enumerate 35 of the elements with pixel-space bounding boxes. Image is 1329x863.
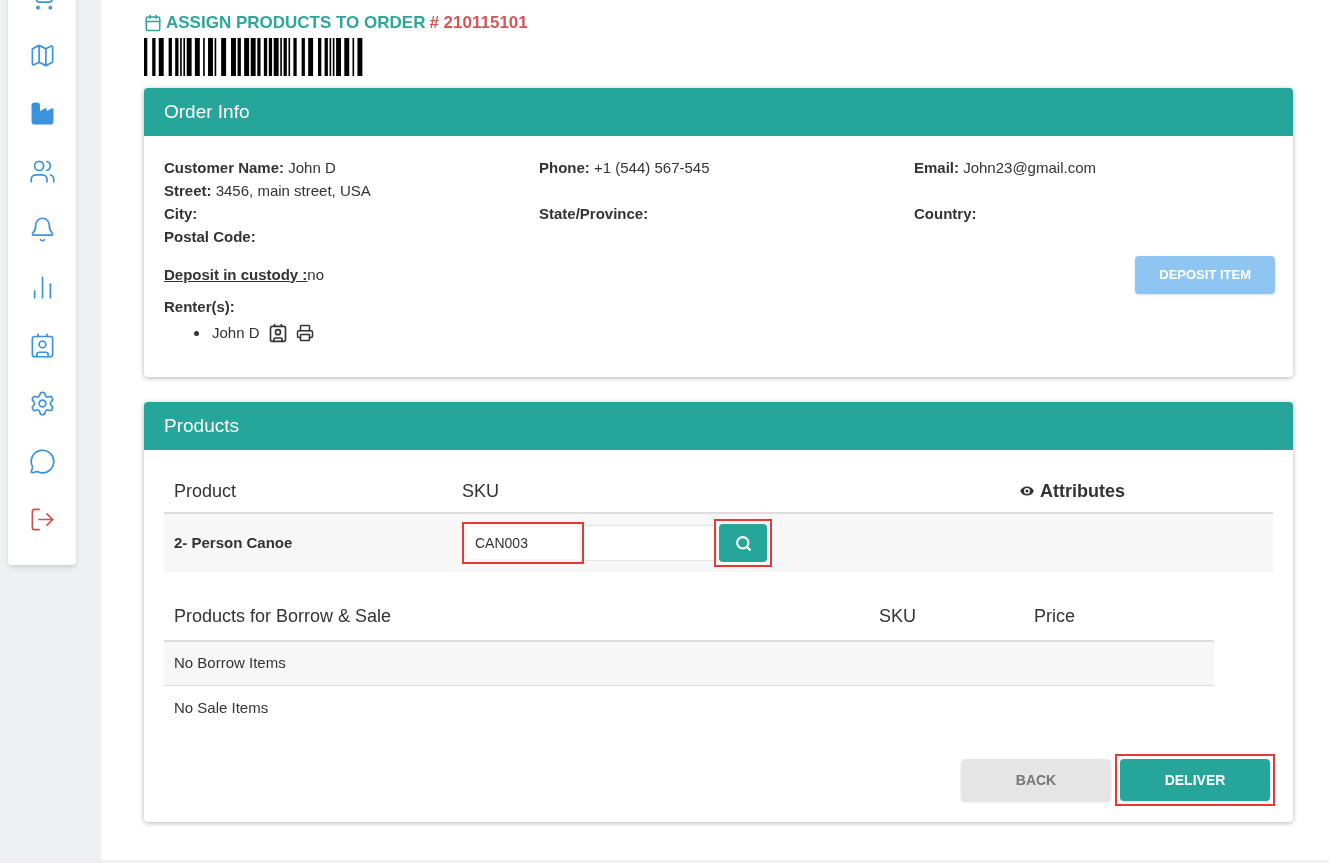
chat-bubble-icon[interactable] (28, 448, 56, 475)
page-title: ASSIGN PRODUCTS TO ORDER (166, 12, 426, 34)
info-field: Country: (914, 202, 1273, 225)
column-header: Attributes (1018, 477, 1125, 505)
users-icon[interactable] (28, 158, 56, 185)
info-field: Street: 3456, main street, USA (164, 179, 523, 202)
back-button[interactable]: BACK (961, 759, 1111, 801)
card-header: Products (144, 401, 1293, 450)
column-header: Product (173, 479, 238, 503)
renter-name: John D (212, 323, 260, 343)
calendar-icon (144, 13, 162, 32)
column-header: Price (1034, 604, 1075, 628)
table-cell-text: No Sale Items (174, 697, 269, 718)
sku-input-extension[interactable] (584, 525, 714, 561)
info-field: City: (164, 202, 523, 225)
sku-input[interactable]: CAN003 (467, 527, 579, 559)
id-card-icon[interactable] (267, 323, 288, 344)
card-header: Order Info (144, 87, 1293, 136)
column-header: SKU (879, 604, 917, 628)
info-field: Phone: +1 (544) 567-545 (539, 156, 898, 179)
bullet-icon (194, 330, 199, 336)
column-header: SKU (462, 479, 500, 503)
deliver-button[interactable]: DELIVER (1120, 759, 1270, 801)
info-field: Email: John23@gmail.com (914, 156, 1273, 179)
order-number: # 210115101 (429, 12, 528, 34)
print-icon[interactable] (295, 324, 314, 343)
table-cell-text: 2- Person Canoe (173, 532, 294, 553)
table-cell-text: No Borrow Items (174, 653, 286, 674)
info-field: Customer Name: John D (164, 156, 523, 179)
info-field: Postal Code: (164, 225, 523, 248)
renters-label: Renter(s): (164, 296, 236, 317)
column-header: Products for Borrow & Sale (173, 604, 393, 628)
info-field: State/Province: (539, 202, 898, 225)
search-icon (734, 534, 752, 552)
deposit-status: Deposit in custody :no (164, 264, 325, 285)
